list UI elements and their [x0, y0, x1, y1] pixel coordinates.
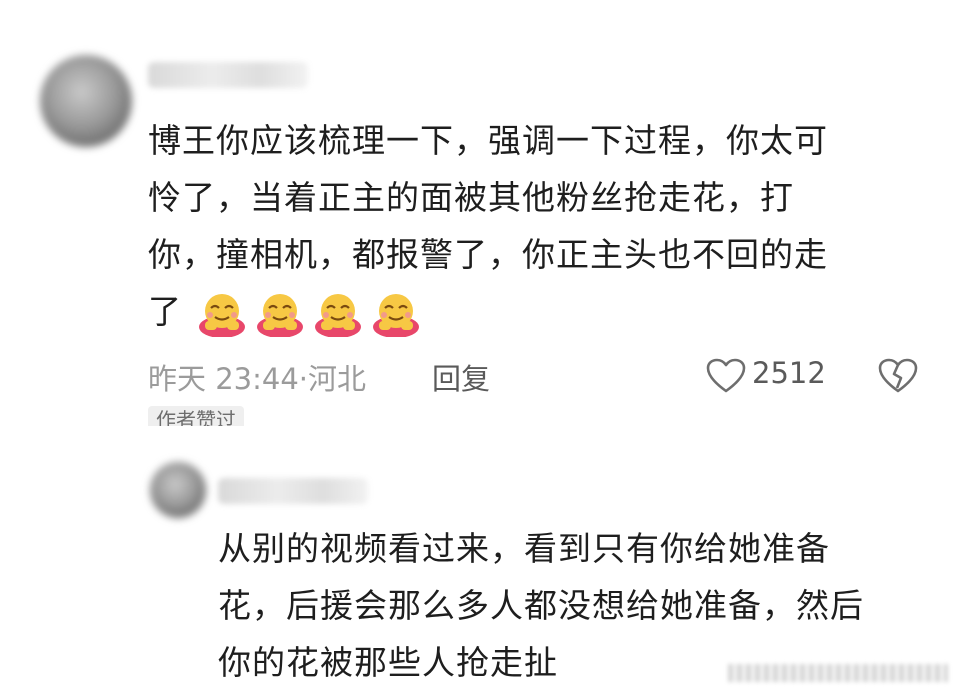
heart-icon[interactable]	[706, 358, 746, 394]
comment-line: 了	[148, 292, 182, 331]
dislike-broken-heart-icon[interactable]	[878, 358, 918, 394]
reply-line: 花，后援会那么多人都没想给她准备，然后	[218, 586, 864, 625]
reply-username[interactable]	[218, 478, 368, 504]
watermark	[728, 664, 948, 682]
like-count: 2512	[752, 356, 826, 390]
reply-avatar[interactable]	[150, 462, 206, 518]
comment-text: 博王你应该梳理一下，强调一下过程，你太可 怜了，当着正主的面被其他粉丝抢走花，打…	[148, 112, 828, 340]
comment-line: 博王你应该梳理一下，强调一下过程，你太可	[148, 121, 828, 160]
reply-button[interactable]: 回复	[432, 356, 490, 398]
reply-line: 从别的视频看过来，看到只有你给她准备	[218, 529, 830, 568]
commenter-avatar[interactable]	[40, 55, 132, 147]
reply-line: 你的花被那些人抢走扯	[218, 643, 558, 682]
hugging-emoji-icon	[256, 293, 303, 337]
comment-line: 怜了，当着正主的面被其他粉丝抢走花，打	[148, 178, 794, 217]
hugging-emoji-icon	[314, 293, 361, 337]
emoji-row	[196, 291, 422, 337]
commenter-username[interactable]	[148, 62, 308, 88]
hugging-emoji-icon	[372, 293, 419, 337]
hugging-emoji-icon	[198, 293, 245, 337]
author-liked-badge-clip: 作者赞过	[148, 404, 244, 426]
comment-line: 你，撞相机，都报警了，你正主头也不回的走	[148, 235, 828, 274]
comment-line-last: 了	[148, 283, 828, 340]
author-liked-badge: 作者赞过	[148, 406, 244, 426]
comment-time-location: 昨天 23:44·河北	[148, 362, 367, 396]
